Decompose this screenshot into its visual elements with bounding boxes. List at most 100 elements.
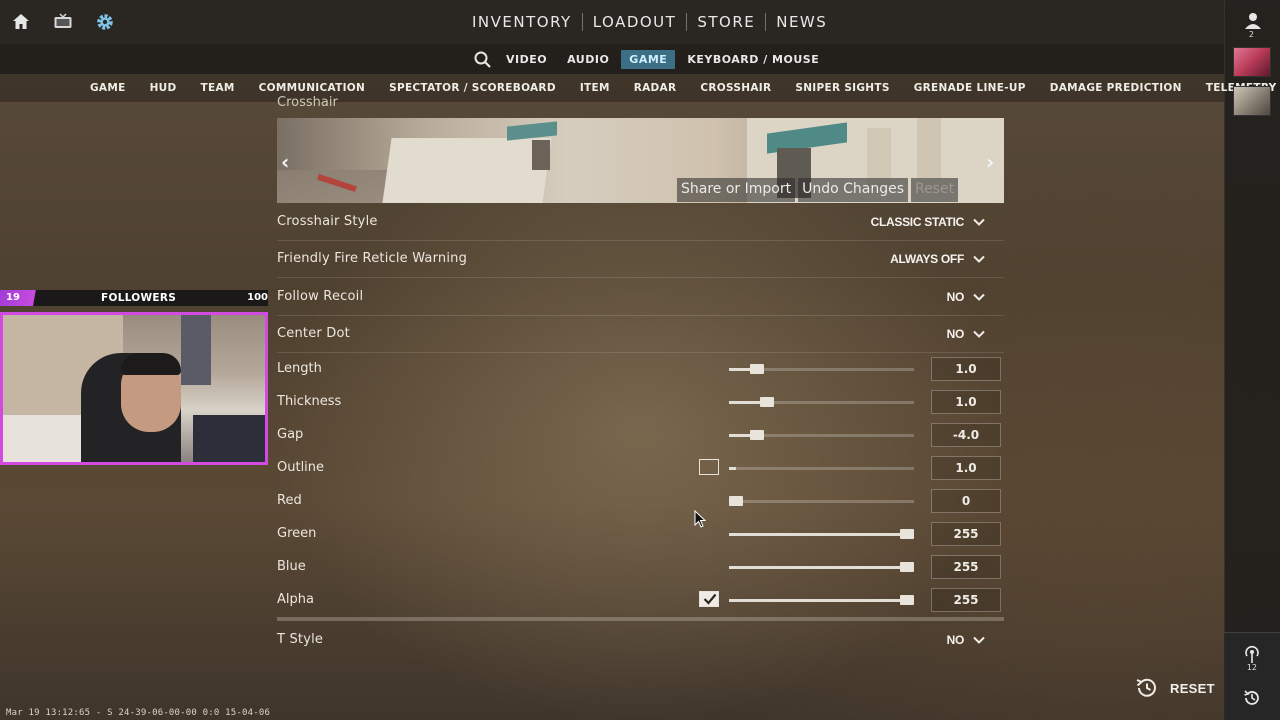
chevron-down-icon bbox=[973, 293, 985, 301]
t-style-dropdown[interactable]: NO bbox=[947, 633, 986, 647]
blue-value-input[interactable]: 255 bbox=[931, 555, 1001, 579]
chevron-down-icon bbox=[973, 255, 985, 263]
alpha-checkbox[interactable] bbox=[699, 591, 719, 607]
search-icon[interactable] bbox=[470, 48, 496, 70]
alpha-slider[interactable] bbox=[729, 595, 914, 605]
preview-prev-arrow[interactable]: ‹ bbox=[281, 150, 289, 174]
category-sniper-sights[interactable]: SNIPER SIGHTS bbox=[783, 82, 901, 94]
category-game[interactable]: GAME bbox=[78, 82, 138, 94]
tab-keyboard-mouse[interactable]: KEYBOARD / MOUSE bbox=[679, 50, 827, 69]
antenna-icon[interactable] bbox=[1242, 644, 1262, 664]
setting-t-style: T Style NO bbox=[277, 622, 1004, 659]
followers-count: 19 bbox=[0, 290, 48, 306]
category-item[interactable]: ITEM bbox=[568, 82, 622, 94]
center-dot-dropdown[interactable]: NO bbox=[947, 327, 986, 341]
thickness-value-input[interactable]: 1.0 bbox=[931, 390, 1001, 414]
category-communication[interactable]: COMMUNICATION bbox=[247, 82, 377, 94]
preview-window bbox=[917, 118, 941, 178]
setting-red: Red 0 bbox=[277, 485, 1004, 518]
setting-green: Green 255 bbox=[277, 518, 1004, 551]
dropdown-value: NO bbox=[946, 290, 965, 304]
section-title: Crosshair bbox=[277, 96, 338, 108]
setting-label: Length bbox=[277, 361, 322, 376]
blue-slider[interactable] bbox=[729, 562, 914, 572]
tab-audio[interactable]: AUDIO bbox=[559, 50, 617, 69]
mouse-cursor-icon bbox=[694, 510, 706, 528]
alpha-value-input[interactable]: 255 bbox=[931, 588, 1001, 612]
followers-goal: 100 bbox=[247, 292, 268, 303]
setting-follow-recoil: Follow Recoil NO bbox=[277, 279, 1004, 316]
preview-window bbox=[532, 140, 550, 170]
setting-label: T Style bbox=[277, 632, 324, 647]
dropdown-value: NO bbox=[946, 327, 965, 341]
reset-button[interactable]: RESET bbox=[1134, 677, 1215, 699]
friends-icon[interactable] bbox=[1244, 12, 1262, 30]
main-tabs: INVENTORY LOADOUT STORE NEWS bbox=[462, 0, 837, 44]
friendly-fire-dropdown[interactable]: ALWAYS OFF bbox=[890, 252, 986, 266]
dropdown-value: ALWAYS OFF bbox=[890, 252, 964, 266]
gap-slider[interactable] bbox=[729, 430, 914, 440]
slider-handle[interactable] bbox=[900, 562, 914, 572]
tab-news[interactable]: NEWS bbox=[766, 13, 837, 31]
friend-avatar[interactable] bbox=[1233, 47, 1271, 77]
preview-next-arrow[interactable]: › bbox=[986, 150, 994, 174]
setting-blue: Blue 255 bbox=[277, 551, 1004, 584]
length-value-input[interactable]: 1.0 bbox=[931, 357, 1001, 381]
tab-video[interactable]: VIDEO bbox=[498, 50, 555, 69]
setting-length: Length 1.0 bbox=[277, 353, 1004, 386]
category-grenade-lineup[interactable]: GRENADE LINE-UP bbox=[902, 82, 1038, 94]
chevron-down-icon bbox=[973, 330, 985, 338]
tv-icon[interactable] bbox=[53, 12, 73, 32]
slider-fill bbox=[729, 599, 907, 602]
friend-avatar[interactable] bbox=[1233, 86, 1271, 116]
setting-alpha: Alpha 255 bbox=[277, 584, 1004, 617]
slider-handle[interactable] bbox=[749, 364, 764, 374]
chevron-down-icon bbox=[973, 218, 985, 226]
share-import-button[interactable]: Share or Import bbox=[677, 178, 796, 202]
tab-inventory[interactable]: INVENTORY bbox=[462, 13, 582, 31]
webcam-bed bbox=[3, 415, 93, 462]
category-crosshair[interactable]: CROSSHAIR bbox=[688, 82, 783, 94]
slider-handle[interactable] bbox=[900, 595, 914, 605]
home-icon[interactable] bbox=[11, 12, 31, 32]
chevron-down-icon bbox=[973, 636, 985, 644]
green-slider[interactable] bbox=[729, 529, 914, 539]
red-slider[interactable] bbox=[729, 496, 914, 506]
category-radar[interactable]: RADAR bbox=[622, 82, 689, 94]
setting-label: Follow Recoil bbox=[277, 289, 364, 304]
gear-icon[interactable] bbox=[95, 12, 115, 32]
setting-label: Gap bbox=[277, 427, 304, 442]
dropdown-value: NO bbox=[946, 633, 965, 647]
follow-recoil-dropdown[interactable]: NO bbox=[947, 290, 986, 304]
tab-store[interactable]: STORE bbox=[687, 13, 765, 31]
slider-handle[interactable] bbox=[759, 397, 774, 407]
crosshair-style-dropdown[interactable]: CLASSIC STATIC bbox=[871, 215, 986, 229]
slider-handle[interactable] bbox=[900, 529, 914, 539]
reset-preview-button[interactable]: Reset bbox=[911, 178, 959, 202]
undo-changes-button[interactable]: Undo Changes bbox=[798, 178, 909, 202]
slider-handle[interactable] bbox=[749, 430, 764, 440]
dropdown-value: CLASSIC STATIC bbox=[870, 215, 965, 229]
thickness-slider[interactable] bbox=[729, 397, 914, 407]
category-team[interactable]: TEAM bbox=[189, 82, 247, 94]
settings-tabs: VIDEO AUDIO GAME KEYBOARD / MOUSE bbox=[470, 44, 829, 74]
outline-slider[interactable] bbox=[729, 467, 914, 470]
tab-loadout[interactable]: LOADOUT bbox=[583, 13, 687, 31]
category-hud[interactable]: HUD bbox=[138, 82, 189, 94]
history-icon[interactable] bbox=[1242, 688, 1262, 708]
green-value-input[interactable]: 255 bbox=[931, 522, 1001, 546]
outline-checkbox[interactable] bbox=[699, 459, 719, 475]
preview-actions: Share or Import Undo Changes Reset bbox=[674, 178, 959, 202]
length-slider[interactable] bbox=[729, 364, 914, 374]
setting-label: Outline bbox=[277, 460, 325, 475]
slider-handle[interactable] bbox=[729, 496, 743, 506]
checkmark-icon bbox=[703, 593, 717, 605]
tab-game[interactable]: GAME bbox=[621, 49, 676, 69]
category-spectator-scoreboard[interactable]: SPECTATOR / SCOREBOARD bbox=[377, 82, 568, 94]
outline-value-input[interactable]: 1.0 bbox=[931, 456, 1001, 480]
category-damage-prediction[interactable]: DAMAGE PREDICTION bbox=[1038, 82, 1194, 94]
red-value-input[interactable]: 0 bbox=[931, 489, 1001, 513]
gap-value-input[interactable]: -4.0 bbox=[931, 423, 1001, 447]
slider-fill bbox=[729, 533, 907, 536]
preview-building bbox=[382, 138, 552, 203]
